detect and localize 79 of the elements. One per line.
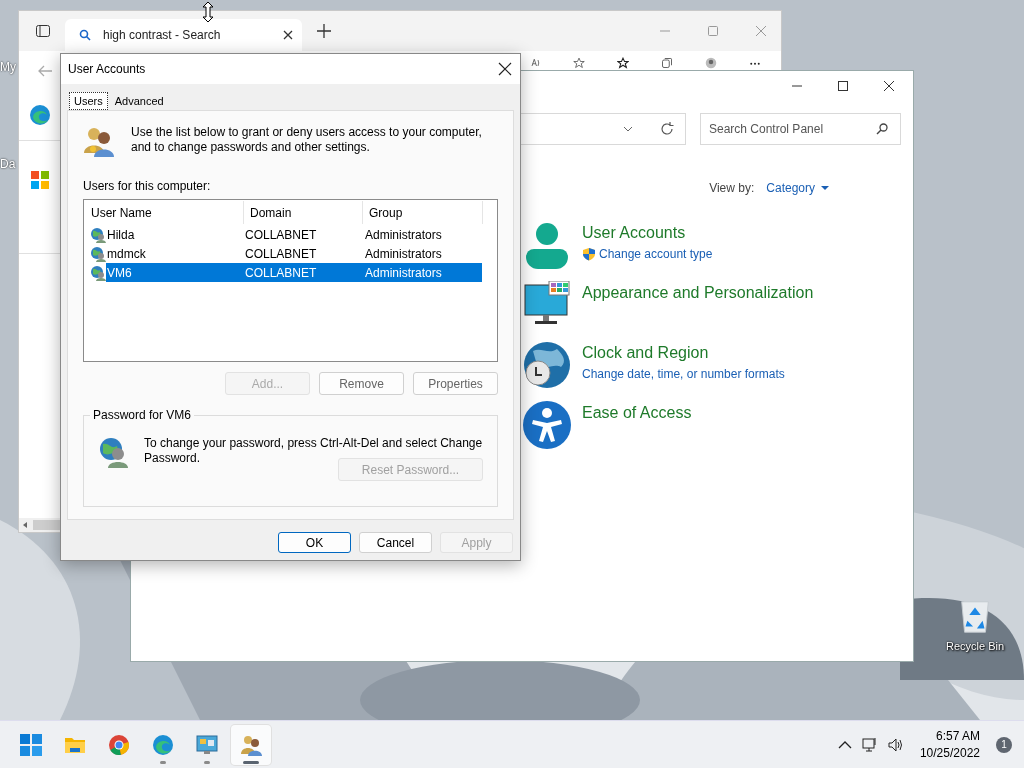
collections-icon[interactable] [661,57,673,69]
category-link[interactable]: User Accounts [582,224,713,242]
read-aloud-icon[interactable] [529,57,541,69]
shield-icon [582,247,596,261]
taskbar-item[interactable] [231,724,271,765]
notification-badge[interactable]: 1 [996,736,1012,753]
caret-icon [821,184,829,192]
user-row[interactable]: Hilda COLLABNET Administrators [106,225,482,244]
column-header[interactable]: Group [363,201,483,224]
desktop-icon-label: Da [0,157,16,171]
column-header[interactable]: User Name [85,201,244,224]
tab-actions-icon[interactable] [35,23,51,39]
table-cell-text: mdmck [106,246,147,261]
windows-logo-icon [20,733,42,756]
user-globe-icon [90,226,106,243]
table-cell-text: Hilda [106,227,136,242]
tab[interactable]: Users [69,92,108,110]
table-cell-text: Administrators [364,246,443,261]
table-cell-text: Administrators [364,227,443,242]
table-cell-text: COLLABNET [244,265,318,280]
clock-time[interactable]: 6:57 AM [935,727,980,745]
user-globe-icon [90,264,106,281]
window-title: User Accounts [68,62,146,76]
dialog-button[interactable]: Cancel [359,532,432,553]
volume-icon[interactable] [887,736,904,753]
tab[interactable]: Advanced [109,92,169,110]
user-globe-icon [98,436,130,468]
users-icon [240,733,262,756]
category-link[interactable]: Ease of Access [582,404,692,422]
star-icon[interactable] [573,57,585,69]
list-action-button[interactable]: Remove [319,372,404,395]
list-label: Users for this computer: [83,179,212,193]
user-row[interactable]: mdmck COLLABNET Administrators [106,244,482,263]
search-icon [79,29,91,41]
view-by-dropdown[interactable]: Category [766,181,829,195]
horizontal-scrollbar[interactable] [19,518,61,532]
close-icon[interactable] [282,29,294,41]
clock-date[interactable]: 10/25/2022 [919,744,980,762]
favorites-icon[interactable] [617,57,629,69]
table-cell-text: VM6 [106,265,133,280]
column-header[interactable]: Domain [244,201,363,224]
edge-logo-icon [152,733,174,756]
browser-tab[interactable]: high contrast - Search [65,19,302,51]
category-link[interactable]: Clock and Region [582,344,785,362]
table-cell-text: Administrators [364,265,443,280]
view-by-label: View by: [709,181,755,195]
table-cell-text: COLLABNET [244,246,318,261]
tab-title: high contrast - Search [103,28,222,42]
task-link[interactable]: Change date, time, or number formats [582,367,785,381]
globe-clock-icon[interactable] [523,341,571,389]
profile-icon[interactable] [705,57,717,69]
users-icon [83,125,115,157]
scroll-left-icon[interactable] [21,521,29,529]
user-globe-icon [90,245,106,262]
chevron-down-icon[interactable] [623,124,633,134]
maximize-icon[interactable] [837,80,849,92]
close-icon[interactable] [883,80,895,92]
list-action-button[interactable]: Properties [413,372,498,395]
close-icon[interactable] [498,62,512,76]
table-cell-text: COLLABNET [244,227,318,242]
control-panel-icon [196,733,218,756]
dialog-button[interactable]: OK [278,532,351,553]
user-row[interactable]: VM6 COLLABNET Administrators [106,263,482,282]
chrome-icon [108,733,130,756]
desktop-icon-label: My [0,60,16,74]
task-link[interactable]: Change account type [599,247,713,261]
search-icon[interactable] [875,122,889,136]
accessibility-icon[interactable] [523,401,571,449]
windows-logo-icon[interactable] [30,171,49,189]
edge-logo-icon[interactable] [28,104,51,126]
users-list[interactable]: User Name Domain Group Hilda COLLABNET Administrators mdmck COLLABNET Administrators VM6 COLLABNET Administrators [83,199,498,362]
group-title: Password for VM6 [90,408,195,422]
desktop-icon-label[interactable]: Recycle Bin [945,640,1005,652]
person-icon[interactable] [523,221,571,269]
new-tab-icon[interactable] [316,23,332,39]
category-link[interactable]: Appearance and Personalization [582,284,814,302]
instruction-text: Use the list below to grant or deny users access to your computer, and to change passwords and other settings. [131,125,483,156]
search-field[interactable]: Search Control Panel [700,113,901,145]
refresh-icon[interactable] [659,121,675,137]
